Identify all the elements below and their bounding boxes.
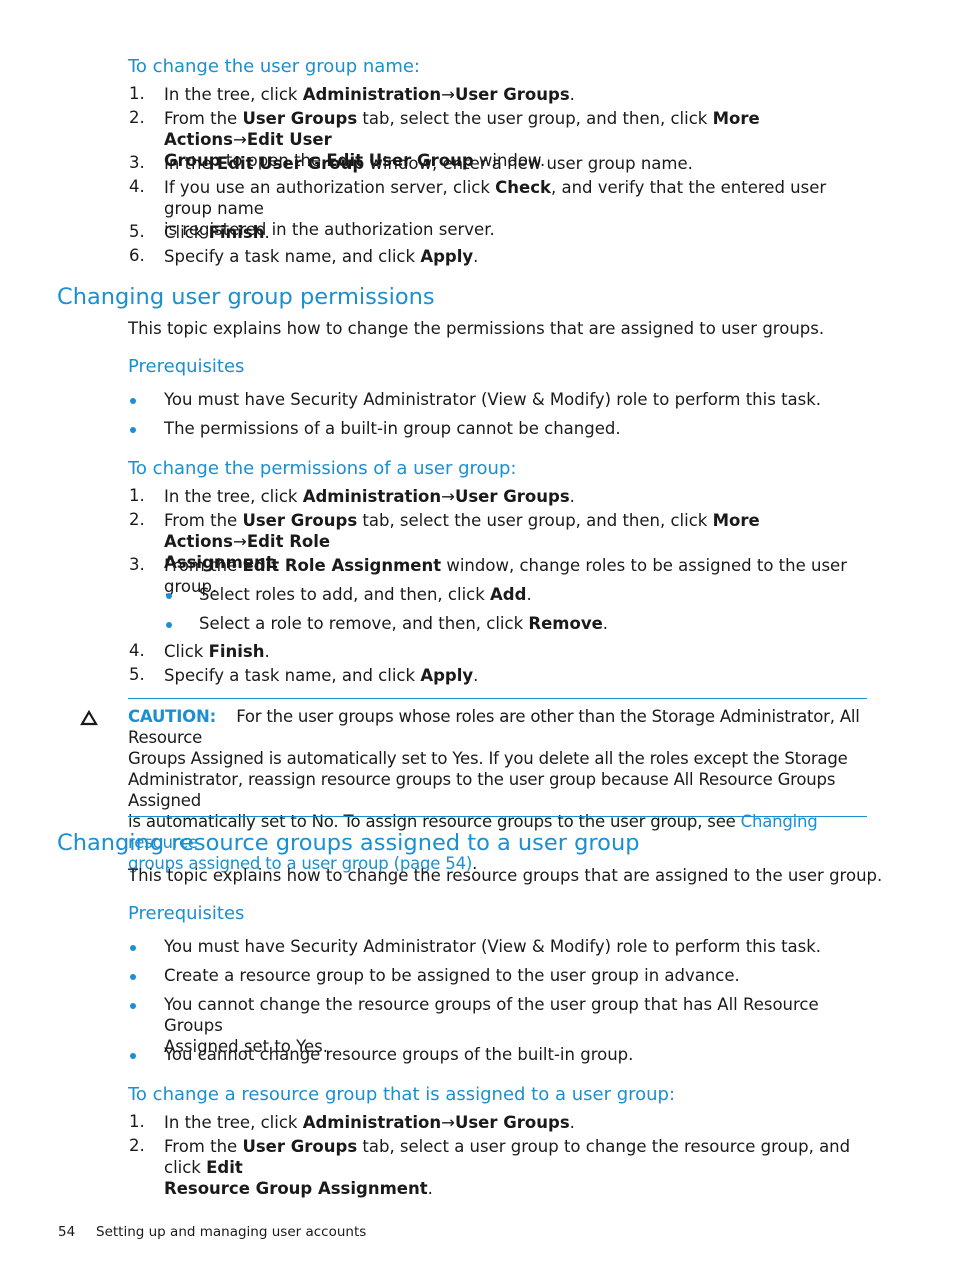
- prerequisites-title-permissions: Prerequisites: [128, 356, 245, 377]
- procedure-title-change-permissions: To change the permissions of a user grou…: [128, 458, 517, 479]
- ui-term: Finish: [208, 223, 265, 242]
- substep-add: Select roles to add, and then, click Add…: [199, 585, 532, 604]
- caution-top-rule: [128, 698, 867, 699]
- step-text: In the Edit User Group window, enter a n…: [164, 154, 693, 173]
- ui-term: User Groups: [242, 1137, 358, 1156]
- prerequisites-title-resource-groups: Prerequisites: [128, 903, 245, 924]
- prereq-item: You must have Security Administrator (Vi…: [164, 390, 822, 409]
- ui-term: Edit: [206, 1158, 243, 1177]
- ui-term: Edit Role Assignment: [242, 556, 442, 575]
- ui-term: User Groups: [242, 511, 358, 530]
- procedure-title-change-name: To change the user group name:: [128, 56, 420, 77]
- step-number: 3.: [129, 153, 145, 172]
- chapter-title: Setting up and managing user accounts: [96, 1224, 367, 1240]
- ui-term: User Groups: [454, 1113, 570, 1132]
- heading-changing-resource-groups: Changing resource groups assigned to a u…: [57, 830, 640, 856]
- intro-permissions: This topic explains how to change the pe…: [128, 319, 825, 338]
- intro-resource-groups: This topic explains how to change the re…: [128, 866, 883, 885]
- caution-line: Administrator, reassign resource groups …: [128, 770, 836, 810]
- step-text: In the tree, click Administration→User G…: [164, 487, 575, 506]
- ui-term: Administration: [302, 487, 442, 506]
- ui-term: Check: [495, 178, 551, 197]
- ui-term: Edit User Group: [216, 154, 365, 173]
- ui-term: Resource Group Assignment: [164, 1179, 428, 1198]
- step-text: Specify a task name, and click Apply.: [164, 247, 479, 266]
- step-text: Click Finish.: [164, 642, 270, 661]
- ui-term: Edit User: [246, 130, 332, 149]
- step-number: 5.: [129, 665, 145, 684]
- ui-term: User Groups: [454, 85, 570, 104]
- caution-label: CAUTION:: [128, 707, 216, 726]
- ui-term: Remove: [528, 614, 603, 633]
- step-number: 2.: [129, 108, 145, 127]
- bullet-icon: [130, 398, 136, 404]
- step-number: 6.: [129, 246, 145, 265]
- bullet-icon: [130, 974, 136, 980]
- bullet-icon: [166, 622, 172, 628]
- ui-term: Administration: [302, 85, 442, 104]
- ui-term: User Groups: [454, 487, 570, 506]
- caution-triangle-icon: [80, 710, 98, 726]
- step-text: In the tree, click Administration→User G…: [164, 85, 575, 104]
- prereq-item: Create a resource group to be assigned t…: [164, 966, 740, 985]
- step-number: 2.: [129, 510, 145, 529]
- step-number: 5.: [129, 222, 145, 241]
- prereq-item: You cannot change resource groups of the…: [164, 1045, 634, 1064]
- ui-term: Administration: [302, 1113, 442, 1132]
- ui-term: Edit Role: [246, 532, 331, 551]
- caution-line: For the user groups whose roles are othe…: [128, 707, 860, 747]
- step-number: 3.: [129, 555, 145, 574]
- step-text: In the tree, click Administration→User G…: [164, 1113, 575, 1132]
- step-number: 1.: [129, 1112, 145, 1131]
- ui-term: Add: [490, 585, 527, 604]
- step-text: Click Finish.: [164, 223, 270, 242]
- substep-remove: Select a role to remove, and then, click…: [199, 614, 609, 633]
- bullet-icon: [130, 1053, 136, 1059]
- bullet-icon: [130, 1003, 136, 1009]
- step-text: Specify a task name, and click Apply.: [164, 666, 479, 685]
- ui-term: Finish: [208, 642, 265, 661]
- step-text: From the User Groups tab, select a user …: [164, 1137, 851, 1198]
- step-number: 2.: [129, 1136, 145, 1155]
- bullet-icon: [130, 945, 136, 951]
- caution-line: is automatically set to No. To assign re…: [128, 812, 741, 831]
- prereq-line: You cannot change the resource groups of…: [164, 995, 819, 1035]
- prereq-item: The permissions of a built-in group cann…: [164, 419, 621, 438]
- bullet-icon: [130, 427, 136, 433]
- ui-term: User Groups: [242, 109, 358, 128]
- step-number: 4.: [129, 177, 145, 196]
- step-number: 4.: [129, 641, 145, 660]
- bullet-icon: [166, 593, 172, 599]
- caution-bottom-rule: [128, 816, 867, 817]
- prereq-item: You must have Security Administrator (Vi…: [164, 937, 822, 956]
- step-number: 1.: [129, 84, 145, 103]
- procedure-title-change-resource-group: To change a resource group that is assig…: [128, 1084, 676, 1105]
- caution-line: Groups Assigned is automatically set to …: [128, 749, 848, 768]
- page-number: 54: [58, 1224, 76, 1240]
- ui-term: Apply: [420, 666, 474, 685]
- heading-changing-permissions: Changing user group permissions: [57, 284, 435, 310]
- ui-term: Apply: [420, 247, 474, 266]
- step-number: 1.: [129, 486, 145, 505]
